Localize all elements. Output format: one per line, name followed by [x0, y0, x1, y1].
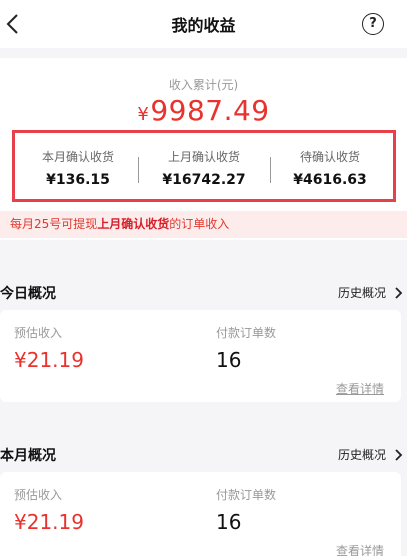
month-overview-header: 本月概况 历史概况: [0, 445, 407, 465]
stat-label: 本月确认收货: [41, 150, 114, 164]
stat-value: ¥4616.63: [293, 172, 367, 188]
stat-last-month-confirmed: 上月确认收货 ¥16742.27: [141, 133, 267, 199]
today-view-details-link[interactable]: 查看详情: [336, 380, 384, 397]
help-icon[interactable]: ?: [362, 13, 384, 35]
page-title: 我的收益: [171, 16, 236, 35]
paid-orders-label: 付款订单数: [216, 326, 277, 340]
stat-pending-confirmation: 待确认收货 ¥4616.63: [267, 133, 393, 199]
estimated-income-amount: ¥21.19: [14, 510, 84, 534]
stat-label: 上月确认收货: [167, 150, 240, 164]
today-overview-header: 今日概况 历史概况: [0, 283, 407, 303]
month-overview-title: 本月概况: [0, 448, 56, 464]
confirmed-receipt-stats: 本月确认收货 ¥136.15 上月确认收货 ¥16742.27 待确认收货 ¥4…: [12, 130, 396, 202]
stat-divider: [138, 157, 139, 183]
paid-orders-count: 16: [216, 348, 242, 372]
today-overview-card: 预估收入 ¥21.19 付款订单数 16 查看详情: [0, 310, 401, 402]
paid-orders-label: 付款订单数: [216, 488, 277, 502]
notice-suffix: 的订单收入: [169, 217, 230, 231]
notice-prefix: 每月25号可提现: [10, 217, 98, 231]
estimated-income-label: 预估收入: [14, 488, 63, 502]
top-nav-bar: 我的收益 ?: [0, 0, 407, 48]
month-view-details-link[interactable]: 查看详情: [336, 542, 384, 556]
stat-value: ¥136.15: [46, 172, 110, 188]
chevron-right-icon[interactable]: [393, 287, 403, 299]
month-overview-card: 预估收入 ¥21.19 付款订单数 16 查看详情: [0, 472, 401, 556]
today-overview-title: 今日概况: [0, 286, 56, 302]
paid-orders-count: 16: [216, 510, 242, 534]
chevron-right-icon[interactable]: [393, 449, 403, 461]
currency-symbol: ¥: [137, 104, 150, 125]
cumulative-income-value: 9987.49: [150, 94, 270, 127]
cumulative-income-amount: ¥9987.49: [0, 94, 407, 127]
notice-highlight: 上月确认收货: [97, 217, 170, 231]
month-history-link[interactable]: 历史概况: [338, 446, 386, 463]
estimated-income-label: 预估收入: [14, 326, 63, 340]
estimated-income-amount: ¥21.19: [14, 348, 84, 372]
stat-this-month-confirmed: 本月确认收货 ¥136.15: [15, 133, 141, 199]
withdrawal-notice: 每月25号可提现上月确认收货的订单收入: [0, 211, 407, 238]
today-history-link[interactable]: 历史概况: [338, 284, 386, 301]
stat-value: ¥16742.27: [162, 172, 246, 188]
cumulative-income-label: 收入累计(元): [168, 78, 239, 92]
stat-label: 待确认收货: [299, 150, 360, 164]
